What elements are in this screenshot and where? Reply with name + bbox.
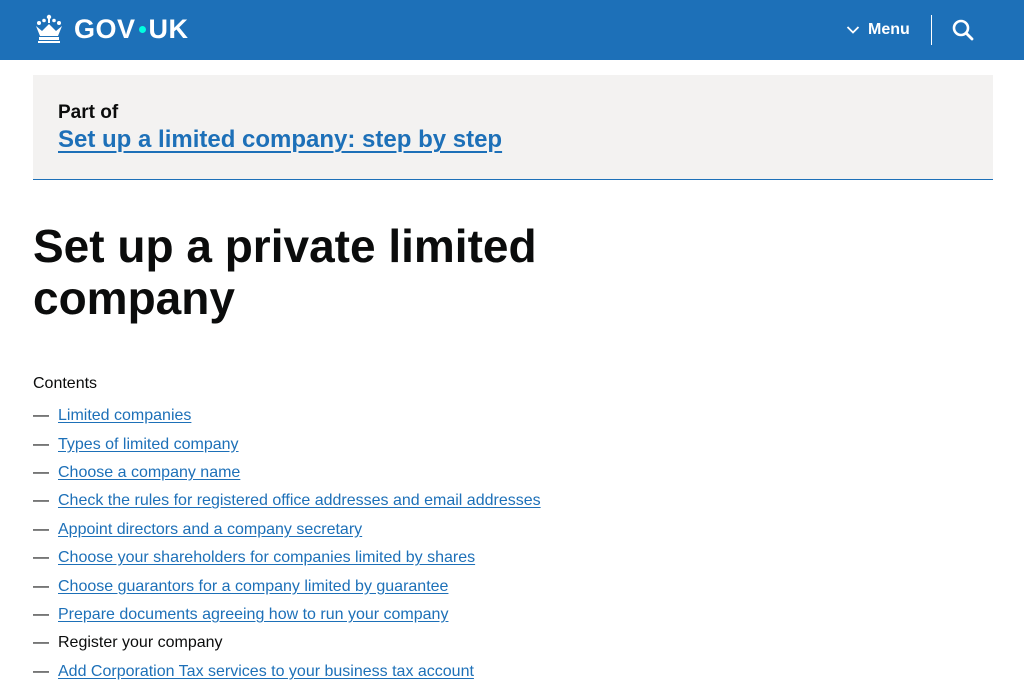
contents-dash: —: [33, 634, 49, 652]
menu-label: Menu: [868, 21, 910, 38]
contents-link[interactable]: Check the rules for registered office ad…: [58, 492, 541, 510]
page-title: Set up a private limited company: [33, 220, 537, 324]
contents-item: — Choose guarantors for a company limited…: [33, 572, 541, 600]
contents-item: — Add Corporation Tax services to your bu…: [33, 658, 541, 686]
contents-current-item: Register your company: [58, 634, 223, 652]
search-icon: [952, 19, 974, 41]
govuk-logo-link[interactable]: GOV UK: [33, 12, 189, 46]
contents-dash: —: [33, 549, 49, 567]
contents-list: — Limited companies — Types of limited comp…: [33, 402, 541, 686]
contents-item: — Types of limited company: [33, 430, 541, 458]
step-by-step-link[interactable]: Set up a limited company: step by step: [58, 126, 502, 154]
logo-text-gov: GOV: [74, 13, 136, 44]
contents-link[interactable]: Limited companies: [58, 407, 191, 425]
contents-item: — Appoint directors and a company secreta…: [33, 516, 541, 544]
logo-dot: [138, 25, 146, 33]
contents-item: — Choose your shareholders for companies …: [33, 544, 541, 572]
contents-link[interactable]: Choose guarantors for a company limited …: [58, 578, 448, 596]
contents-dash: —: [33, 463, 49, 481]
logo-text-uk: UK: [148, 13, 189, 44]
contents-link[interactable]: Add Corporation Tax services to your bus…: [58, 663, 474, 681]
contents-link[interactable]: Appoint directors and a company secretar…: [58, 521, 362, 539]
chevron-down-icon: [846, 26, 860, 34]
contents-dash: —: [33, 435, 49, 453]
header-divider: [931, 15, 932, 45]
contents-item: — Choose a company name: [33, 459, 541, 487]
contents-dash: —: [33, 577, 49, 595]
contents-link[interactable]: Prepare documents agreeing how to run yo…: [58, 606, 448, 624]
crown-icon: [36, 14, 62, 43]
contents-item: — Prepare documents agreeing how to run y…: [33, 601, 541, 629]
contents-dash: —: [33, 605, 49, 623]
contents-item: — Check the rules for registered office a…: [33, 487, 541, 515]
menu-button[interactable]: Menu: [846, 17, 910, 43]
contents-dash: —: [33, 492, 49, 510]
part-of-label: Part of: [58, 102, 119, 123]
search-button[interactable]: [950, 16, 976, 44]
contents-dash: —: [33, 662, 49, 680]
contents-dash: —: [33, 520, 49, 538]
contents-dash: —: [33, 407, 49, 425]
contents-link[interactable]: Types of limited company: [58, 436, 239, 454]
contents-link[interactable]: Choose your shareholders for companies l…: [58, 549, 475, 567]
contents-heading: Contents: [33, 375, 98, 392]
contents-link[interactable]: Choose a company name: [58, 464, 240, 482]
step-by-step-banner: Part of Set up a limited company: step b…: [33, 75, 993, 180]
site-header: GOV UK Menu: [0, 0, 1024, 60]
contents-item: — Register your company: [33, 629, 541, 657]
contents-item: — Limited companies: [33, 402, 541, 430]
